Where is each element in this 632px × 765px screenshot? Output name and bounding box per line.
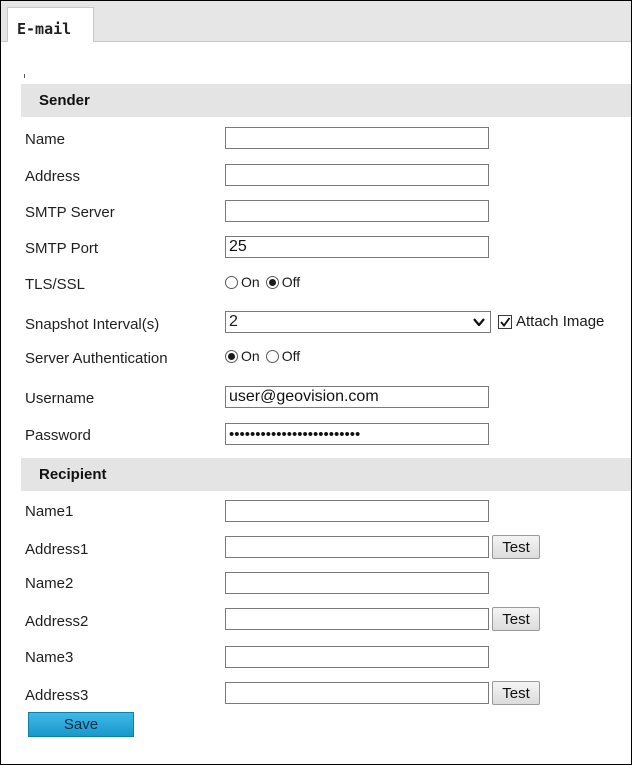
- address3-label: Address3: [25, 687, 89, 704]
- password-label: Password: [25, 427, 91, 444]
- address3-input[interactable]: [225, 682, 489, 704]
- test-address2-button[interactable]: Test: [492, 607, 540, 631]
- auth-on-radio[interactable]: [225, 349, 238, 363]
- server-auth-label: Server Authentication: [25, 350, 168, 367]
- tab-email[interactable]: E-mail: [7, 7, 94, 42]
- recipient-address1-row: Address1 Test: [1, 535, 631, 570]
- auth-off-option[interactable]: Off: [265, 348, 301, 364]
- save-button[interactable]: Save: [28, 712, 134, 737]
- email-settings-panel: E-mail Sender Name Address SMTP Server S…: [0, 0, 632, 765]
- tls-off-label: Off: [281, 274, 301, 290]
- smtp-port-row: SMTP Port: [1, 236, 631, 270]
- tab-bar: E-mail: [1, 1, 631, 42]
- tls-on-option[interactable]: On: [225, 274, 260, 290]
- address1-label: Address1: [25, 541, 89, 558]
- smtp-server-label: SMTP Server: [25, 204, 115, 221]
- tls-off-option[interactable]: Off: [265, 274, 301, 290]
- sender-name-label: Name: [25, 131, 66, 148]
- recipient-address2-row: Address2 Test: [1, 607, 631, 642]
- auth-off-label: Off: [281, 348, 301, 364]
- recipient-address3-row: Address3 Test: [1, 681, 631, 716]
- test-address1-button[interactable]: Test: [492, 535, 540, 559]
- auth-on-option[interactable]: On: [225, 348, 260, 364]
- name2-label: Name2: [25, 575, 74, 592]
- address1-input[interactable]: [225, 536, 489, 558]
- address2-label: Address2: [25, 613, 89, 630]
- recipient-name3-row: Name3: [1, 646, 631, 680]
- username-label: Username: [25, 390, 95, 407]
- sender-name-input[interactable]: [225, 127, 489, 149]
- recipient-heading: Recipient: [39, 466, 107, 483]
- attach-image-option[interactable]: Attach Image: [498, 313, 604, 330]
- password-input[interactable]: [225, 423, 489, 445]
- server-auth-radio-group: On Off: [225, 348, 306, 364]
- snapshot-label: Snapshot Interval(s): [25, 316, 160, 333]
- name1-label: Name1: [25, 503, 74, 520]
- name1-input[interactable]: [225, 500, 489, 522]
- sender-section-header: Sender: [21, 84, 631, 117]
- sender-address-row: Address: [1, 164, 631, 198]
- smtp-server-input[interactable]: [225, 200, 489, 222]
- snapshot-interval-select[interactable]: 2: [225, 311, 491, 333]
- tls-label: TLS/SSL: [25, 276, 86, 293]
- auth-off-radio[interactable]: [265, 349, 279, 363]
- name3-label: Name3: [25, 649, 74, 666]
- chevron-down-icon: [473, 318, 485, 327]
- smtp-port-input[interactable]: [225, 236, 489, 258]
- snapshot-row: Snapshot Interval(s) 2 Attach Image: [1, 311, 631, 345]
- sender-heading: Sender: [39, 92, 90, 109]
- smtp-server-row: SMTP Server: [1, 200, 631, 234]
- checkmark-icon: [500, 316, 511, 327]
- recipient-name1-row: Name1: [1, 500, 631, 534]
- tls-off-radio[interactable]: [265, 275, 279, 289]
- tls-on-radio[interactable]: [225, 275, 238, 289]
- tls-radio-group: On Off: [225, 274, 306, 290]
- server-auth-row: Server Authentication On Off: [1, 346, 631, 380]
- smtp-port-label: SMTP Port: [25, 240, 99, 257]
- sender-name-row: Name: [1, 127, 631, 161]
- attach-image-label: Attach Image: [516, 313, 605, 330]
- tls-row: TLS/SSL On Off: [1, 272, 631, 306]
- test-address3-button[interactable]: Test: [492, 681, 540, 705]
- username-row: Username: [1, 386, 631, 420]
- recipient-section-header: Recipient: [21, 458, 631, 491]
- name3-input[interactable]: [225, 646, 489, 668]
- auth-on-label: On: [241, 348, 260, 364]
- divider-mark: [24, 74, 25, 78]
- username-input[interactable]: [225, 386, 489, 408]
- password-row: Password: [1, 423, 631, 457]
- recipient-name2-row: Name2: [1, 572, 631, 606]
- tls-on-label: On: [241, 274, 260, 290]
- sender-address-input[interactable]: [225, 164, 489, 186]
- snapshot-interval-value: 2: [229, 313, 238, 330]
- sender-address-label: Address: [25, 168, 81, 185]
- attach-image-checkbox[interactable]: [498, 314, 512, 329]
- name2-input[interactable]: [225, 572, 489, 594]
- address2-input[interactable]: [225, 608, 489, 630]
